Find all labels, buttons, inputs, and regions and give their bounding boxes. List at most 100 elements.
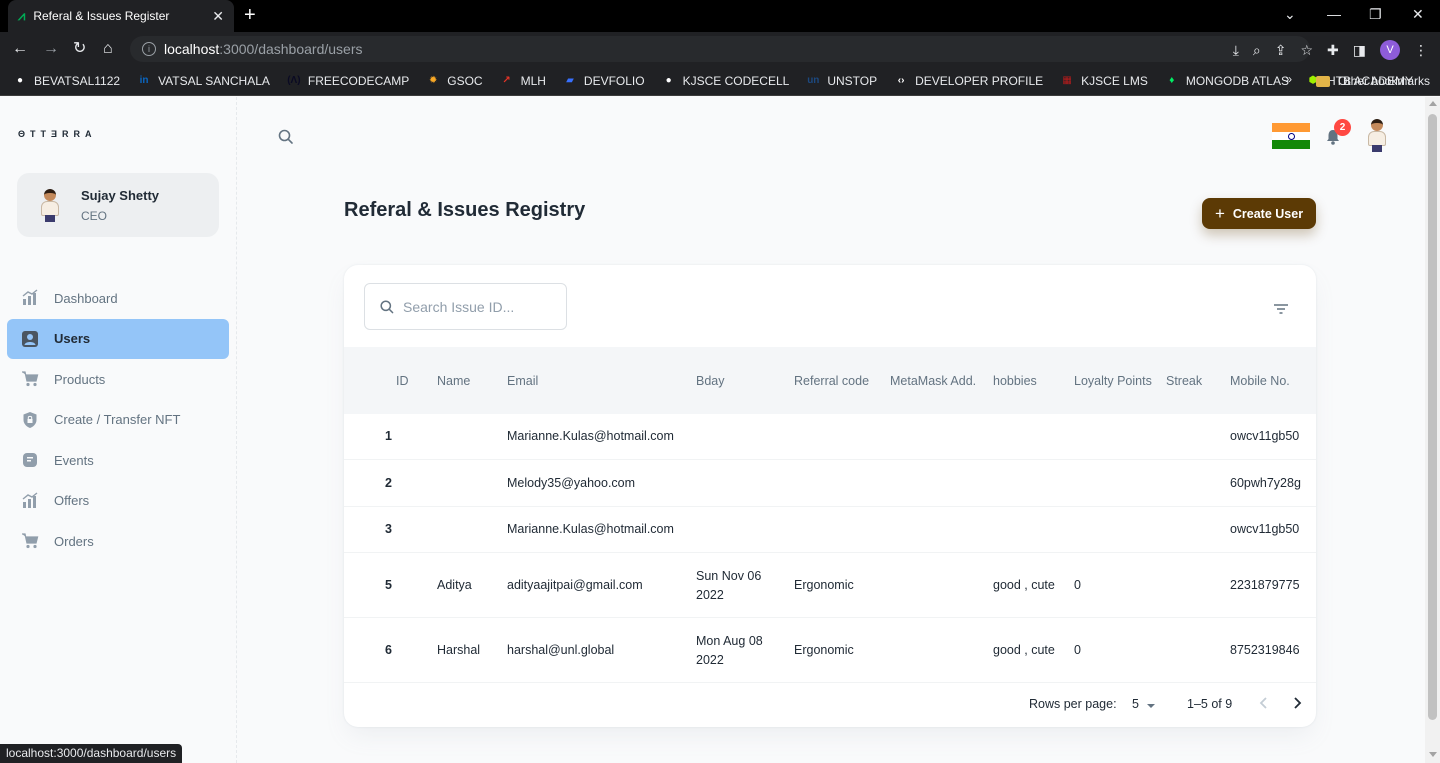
sidebar-item-products[interactable]: Products (7, 359, 229, 399)
issue-search-box[interactable] (364, 283, 567, 330)
forward-icon[interactable]: → (43, 40, 59, 58)
bookmark-item[interactable]: ▦ KJSCE LMS (1059, 73, 1147, 89)
linkedin-icon: in (139, 75, 149, 86)
column-header-metamask[interactable]: MetaMask Add. (890, 347, 990, 414)
site-info-icon[interactable]: i (142, 42, 156, 56)
bookmark-label: DEVFOLIO (583, 73, 645, 88)
more-bookmarks-icon[interactable]: » (1285, 72, 1292, 86)
cell-loyalty: 0 (1074, 578, 1081, 592)
sidebar-item-dashboard[interactable]: Dashboard (7, 278, 229, 318)
link-status-bar: localhost:3000/dashboard/users (0, 744, 183, 763)
browser-profile-avatar[interactable]: V (1380, 40, 1400, 60)
search-icon[interactable] (277, 128, 295, 151)
table-row[interactable]: 6 Harshal harshal@unl.global Mon Aug 08 202… (344, 619, 1316, 683)
chevron-down-icon[interactable] (1146, 699, 1156, 713)
column-header-referral[interactable]: Referral code (794, 347, 886, 414)
rows-per-page-select[interactable]: 5 (1132, 697, 1139, 711)
browser-menu-icon[interactable]: ⋮ (1414, 42, 1428, 59)
table-row[interactable]: 1 Marianne.Kulas@hotmail.com owcv11gb50 (344, 414, 1316, 460)
restore-icon[interactable]: ❐ (1369, 6, 1382, 23)
page-scrollbar[interactable] (1425, 97, 1440, 763)
offers-chart-icon (21, 491, 39, 510)
account-avatar[interactable] (1360, 118, 1394, 152)
column-header-hobbies[interactable]: hobbies (993, 347, 1068, 414)
bookmark-star-icon[interactable]: ☆ (1300, 42, 1313, 59)
bookmark-item[interactable]: ● KJSCE CODECELL (661, 73, 790, 89)
bookmark-item[interactable]: ↗ MLH (499, 73, 546, 89)
cell-email: harshal@unl.global (507, 643, 615, 657)
cell-metamask (890, 461, 990, 506)
address-bar: ← → ↻ ⌂ i localhost:3000/dashboard/users… (0, 32, 1440, 66)
mongodb-icon: ♦ (1169, 75, 1175, 86)
url-host: localhost (164, 41, 220, 57)
table-row[interactable]: 5 Aditya adityaajitpai@gmail.com Sun Nov 06… (344, 554, 1316, 618)
sidebar-item-offers[interactable]: Offers (7, 481, 229, 521)
cell-id: 1 (385, 429, 392, 443)
new-tab-button[interactable]: + (244, 5, 256, 25)
cell-loyalty (1074, 461, 1159, 506)
scrollbar-thumb[interactable] (1428, 114, 1437, 720)
tab-close-icon[interactable]: ✕ (212, 8, 224, 25)
side-panel-icon[interactable]: ◨ (1353, 42, 1366, 59)
cell-referral: Ergonomic (794, 578, 854, 592)
zoom-icon[interactable]: ⌕ (1253, 42, 1261, 59)
tab-search-icon[interactable]: ⌄ (1284, 6, 1296, 23)
sidebar-item-label: Offers (54, 493, 90, 508)
reload-icon[interactable]: ↻ (73, 40, 86, 58)
column-header-bday[interactable]: Bday (696, 347, 791, 414)
column-header-loyalty[interactable]: Loyalty Points (1074, 347, 1159, 414)
sidebar-item-label: Orders (54, 533, 94, 549)
scroll-up-icon[interactable] (1429, 101, 1437, 106)
sidebar-item-events[interactable]: Events (7, 440, 229, 480)
column-header-id[interactable]: ID (396, 347, 426, 414)
minimize-icon[interactable]: — (1327, 6, 1341, 22)
column-header-streak[interactable]: Streak (1166, 347, 1226, 414)
google-dev-icon: ‹› (897, 75, 905, 86)
app-logo[interactable]: ΘTTƎRRA (18, 129, 97, 139)
back-icon[interactable]: ← (12, 40, 28, 58)
window-close-icon[interactable]: ✕ (1412, 6, 1424, 23)
table-row[interactable]: 2 Melody35@yahoo.com 60pwh7y28g (344, 461, 1316, 507)
next-page-icon[interactable] (1289, 694, 1305, 715)
mlh-icon: ↗ (502, 75, 511, 86)
install-icon[interactable]: ⤓ (1233, 42, 1239, 59)
sidebar-item-orders[interactable]: Orders (7, 521, 229, 561)
browser-tab[interactable]: ⩘ Referal & Issues Register ✕ (8, 0, 234, 32)
url-field[interactable]: i localhost:3000/dashboard/users (130, 36, 1310, 62)
column-header-email[interactable]: Email (507, 347, 692, 414)
extensions-icon[interactable]: ✚ (1327, 42, 1339, 59)
cell-mobile: owcv11gb50 (1230, 429, 1300, 443)
other-bookmarks[interactable]: Other bookmarks (1315, 66, 1430, 96)
bookmark-item[interactable]: in VATSAL SANCHALA (136, 73, 270, 89)
bookmark-item[interactable]: ▰ DEVFOLIO (562, 73, 645, 89)
bookmark-label: MLH (520, 73, 546, 88)
lock-icon (21, 411, 39, 429)
cell-id: 5 (385, 578, 392, 592)
bookmark-item[interactable]: ♦ MONGODB ATLAS (1164, 73, 1289, 89)
filter-list-icon[interactable] (1274, 301, 1288, 319)
bookmark-item[interactable]: (Λ) FREECODECAMP (286, 73, 409, 89)
sidebar-item-create-transfer-nft[interactable]: Create / Transfer NFT (7, 400, 229, 440)
column-header-mobile[interactable]: Mobile No. (1230, 347, 1315, 414)
previous-page-icon[interactable] (1256, 694, 1272, 715)
profile-card[interactable]: Sujay Shetty CEO (17, 173, 219, 237)
bookmark-item[interactable]: ‹› DEVELOPER PROFILE (893, 73, 1043, 89)
table-row[interactable]: 3 Marianne.Kulas@hotmail.com owcv11gb50 (344, 507, 1316, 553)
create-user-button[interactable]: + Create User (1202, 198, 1316, 229)
scroll-down-icon[interactable] (1429, 752, 1437, 757)
bookmark-item[interactable]: un UNSTOP (805, 73, 877, 89)
url-path: :3000/dashboard/users (219, 41, 363, 57)
cell-referral: Ergonomic (794, 643, 854, 657)
github-icon: ● (665, 75, 672, 86)
home-icon[interactable]: ⌂ (103, 40, 113, 58)
india-flag-icon[interactable] (1272, 123, 1310, 149)
column-header-name[interactable]: Name (437, 347, 502, 414)
profile-avatar (33, 188, 67, 222)
freecodecamp-icon: (Λ) (287, 75, 301, 86)
sidebar-item-users[interactable]: Users (7, 318, 229, 359)
search-issue-input[interactable] (403, 298, 553, 315)
create-user-label: Create User (1232, 206, 1304, 221)
bookmark-item[interactable]: ● BEVATSAL1122 (12, 73, 120, 89)
share-icon[interactable]: ⇪ (1275, 42, 1287, 59)
bookmark-item[interactable]: ✹ GSOC (425, 73, 483, 89)
